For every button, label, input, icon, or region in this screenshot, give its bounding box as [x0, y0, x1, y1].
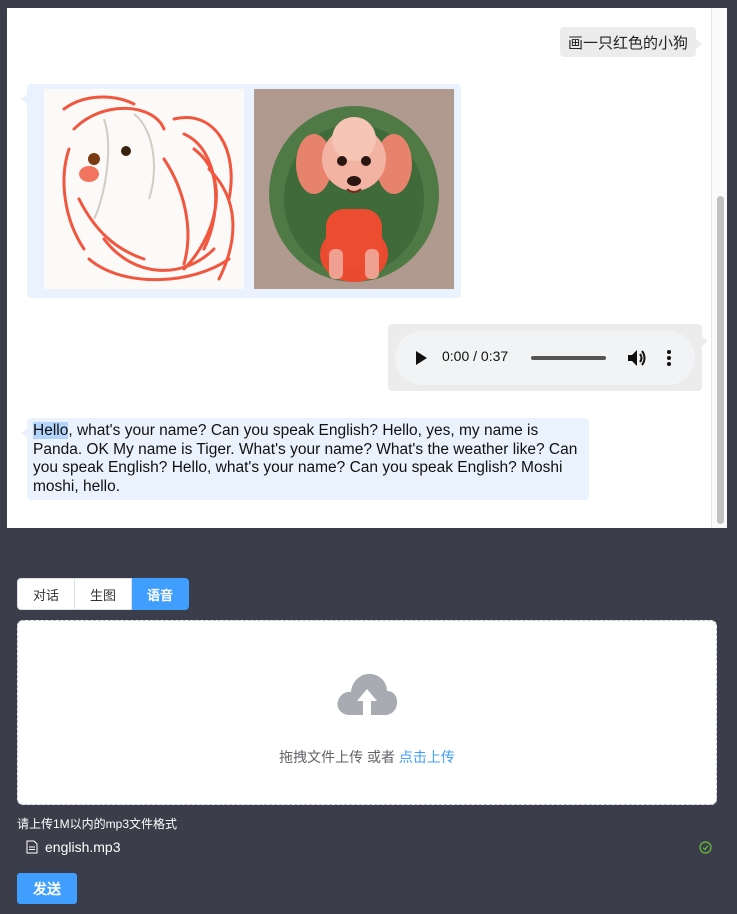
transcript-bubble: Hello, what's your name? Can you speak E… [21, 418, 589, 500]
file-name: english.mp3 [45, 839, 121, 855]
tab-image[interactable]: 生图 [75, 578, 133, 610]
chat-panel[interactable]: 画一只红色的小狗 0:00 / 0:37 Hello, what's your … [7, 8, 727, 528]
volume-icon[interactable] [627, 349, 647, 367]
click-upload-link[interactable]: 点击上传 [399, 749, 455, 765]
transcript-text: , what's your name? Can you speak Englis… [33, 422, 578, 495]
check-circle-icon [699, 841, 712, 854]
tab-voice[interactable]: 语音 [132, 578, 190, 610]
play-icon[interactable] [416, 351, 427, 365]
scrollbar-thumb[interactable] [717, 196, 724, 524]
generated-image-sketch[interactable] [44, 89, 244, 289]
mode-tabs: 对话 生图 语音 [17, 578, 190, 610]
chat-scrollbar[interactable] [711, 8, 727, 528]
audio-time: 0:00 / 0:37 [442, 348, 509, 364]
more-options-icon[interactable] [667, 349, 671, 367]
generated-images-bubble [21, 84, 461, 298]
dropzone-text: 拖拽文件上传 或者 点击上传 [18, 747, 716, 767]
tab-chat[interactable]: 对话 [17, 578, 76, 610]
upload-dropzone[interactable]: 拖拽文件上传 或者 点击上传 [17, 620, 717, 805]
uploaded-file-item[interactable]: english.mp3 [17, 836, 717, 858]
cloud-upload-icon [337, 673, 398, 715]
drop-hint: 拖拽文件上传 或者 [279, 749, 399, 765]
user-audio-bubble: 0:00 / 0:37 [388, 324, 708, 391]
user-message-text: 画一只红色的小狗 [568, 34, 689, 52]
user-message-bubble: 画一只红色的小狗 [560, 27, 703, 57]
generated-image-painting[interactable] [254, 89, 454, 289]
audio-player[interactable]: 0:00 / 0:37 [395, 331, 695, 385]
upload-tip: 请上传1M以内的mp3文件格式 [17, 817, 178, 831]
send-button[interactable]: 发送 [17, 873, 77, 904]
audio-progress-track[interactable] [531, 356, 606, 360]
document-icon [26, 840, 38, 854]
transcript-highlight: Hello [33, 422, 69, 439]
